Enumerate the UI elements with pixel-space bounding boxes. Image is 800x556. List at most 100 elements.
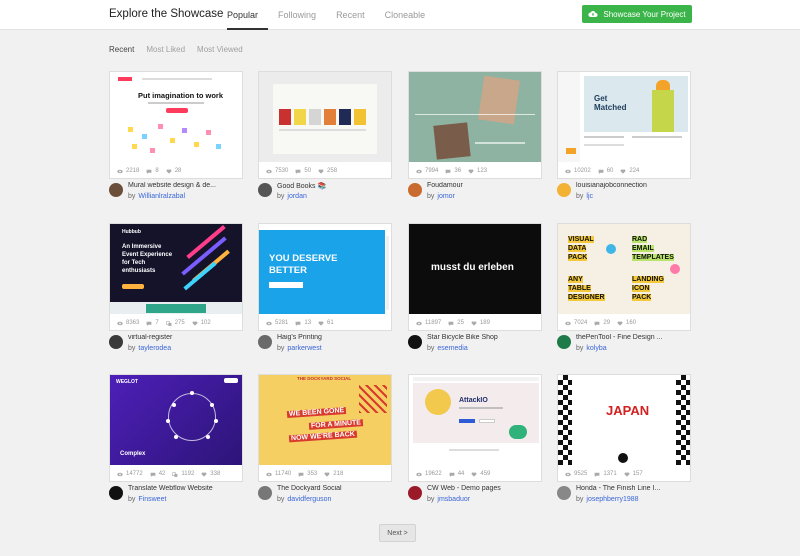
project-thumbnail[interactable]: Get Matched bbox=[558, 72, 690, 162]
avatar[interactable] bbox=[408, 486, 422, 500]
thumb-word: PACK bbox=[568, 254, 588, 261]
project-thumbnail[interactable]: THE DOCKYARD SOCIAL WE BEEN GONE FOR A M… bbox=[259, 375, 391, 465]
project-card[interactable]: 7994 36 123 bbox=[408, 71, 542, 179]
project-meta: virtual-register by taylerodea bbox=[109, 334, 249, 358]
avatar[interactable] bbox=[557, 183, 571, 197]
project-card[interactable]: THE DOCKYARD SOCIAL WE BEEN GONE FOR A M… bbox=[258, 374, 392, 482]
comment-icon bbox=[594, 321, 600, 326]
project-card[interactable]: musst du erleben 11897 25 189 bbox=[408, 223, 542, 331]
avatar[interactable] bbox=[109, 486, 123, 500]
eye-icon bbox=[266, 169, 272, 173]
project-title[interactable]: Mural website design & de... bbox=[128, 182, 248, 189]
project-thumbnail[interactable] bbox=[259, 72, 391, 162]
author-link[interactable]: taylerodea bbox=[138, 345, 171, 352]
tab-popular[interactable]: Popular bbox=[227, 0, 269, 30]
project-thumbnail[interactable]: AttackIO bbox=[409, 375, 541, 465]
eye-count: 7994 bbox=[425, 168, 439, 174]
heart-icon bbox=[471, 320, 477, 326]
project-thumbnail[interactable] bbox=[409, 72, 541, 162]
avatar[interactable] bbox=[258, 486, 272, 500]
project-title[interactable]: Good Books 📚 bbox=[277, 182, 397, 190]
avatar[interactable] bbox=[557, 486, 571, 500]
project-card[interactable]: Get Matched 10202 60 224 bbox=[557, 71, 691, 179]
filter-most-viewed[interactable]: Most Viewed bbox=[197, 45, 243, 54]
avatar[interactable] bbox=[408, 183, 422, 197]
author-link[interactable]: Willianlralzabal bbox=[138, 193, 185, 200]
project-card[interactable]: VISUAL DATA PACK ANY TABLE DESIGNER RAD … bbox=[557, 223, 691, 331]
thumb-word: ANY bbox=[568, 276, 583, 283]
project-title[interactable]: CW Web - Demo pages bbox=[427, 485, 547, 492]
project-title[interactable]: Honda - The Finish Line I... bbox=[576, 485, 696, 492]
avatar[interactable] bbox=[557, 335, 571, 349]
author-link[interactable]: Finsweet bbox=[138, 496, 166, 503]
project-title[interactable]: louisianajobconnection bbox=[576, 182, 696, 189]
avatar[interactable] bbox=[408, 335, 422, 349]
heart-count: 224 bbox=[629, 168, 640, 174]
showcase-project-button[interactable]: Showcase Your Project bbox=[582, 5, 692, 23]
project-card[interactable]: 7530 50 258 bbox=[258, 71, 392, 179]
comment-icon bbox=[146, 321, 152, 326]
avatar[interactable] bbox=[109, 335, 123, 349]
eye-count: 8363 bbox=[126, 320, 140, 326]
author-link[interactable]: davidferguson bbox=[287, 496, 331, 503]
project-meta: The Dockyard Social by davidferguson bbox=[258, 485, 398, 509]
project-title[interactable]: thePenTool - Fine Design ... bbox=[576, 334, 696, 341]
eye-icon bbox=[565, 169, 571, 173]
heart-count: 258 bbox=[327, 168, 338, 174]
heart-icon bbox=[318, 320, 324, 326]
project-thumbnail[interactable]: musst du erleben bbox=[409, 224, 541, 314]
project-title[interactable]: Foudamour bbox=[427, 182, 547, 189]
by-label: by bbox=[277, 193, 285, 200]
author-link[interactable]: parkerwest bbox=[287, 345, 321, 352]
project-card[interactable]: AttackIO 19622 44 459 bbox=[408, 374, 542, 482]
avatar[interactable] bbox=[258, 335, 272, 349]
comment-count: 1371 bbox=[603, 471, 617, 477]
project-thumbnail[interactable]: YOU DESERVE BETTER bbox=[259, 224, 391, 314]
project-card[interactable]: JAPAN 9525 1371 157 bbox=[557, 374, 691, 482]
author-link[interactable]: ljc bbox=[586, 193, 593, 200]
tab-recent[interactable]: Recent bbox=[326, 0, 375, 30]
project-thumbnail[interactable]: JAPAN bbox=[558, 375, 690, 465]
tab-cloneable[interactable]: Cloneable bbox=[375, 0, 436, 30]
filter-most-liked[interactable]: Most Liked bbox=[146, 45, 185, 54]
comment-count: 50 bbox=[304, 168, 312, 174]
eye-icon bbox=[117, 169, 123, 173]
project-thumbnail[interactable]: Hubbub An Immersive Event Experience for… bbox=[110, 224, 242, 314]
project-thumbnail[interactable]: WEGLOT Complex bbox=[110, 375, 242, 465]
comment-count: 42 bbox=[158, 471, 166, 477]
project-thumbnail[interactable]: VISUAL DATA PACK ANY TABLE DESIGNER RAD … bbox=[558, 224, 690, 314]
project-title[interactable]: Translate Webflow Website bbox=[128, 485, 248, 492]
project-title[interactable]: Haig's Printing bbox=[277, 334, 397, 341]
heart-count: 218 bbox=[333, 471, 344, 477]
next-page-button[interactable]: Next > bbox=[379, 524, 416, 542]
heart-icon bbox=[201, 471, 207, 477]
author-link[interactable]: jordan bbox=[287, 193, 306, 200]
project-title[interactable]: Star Bicycle Bike Shop bbox=[427, 334, 547, 341]
eye-count: 9525 bbox=[574, 471, 588, 477]
project-meta: Good Books 📚 by jordan bbox=[258, 182, 398, 206]
author-link[interactable]: jomor bbox=[437, 193, 455, 200]
author-link[interactable]: esemedia bbox=[437, 345, 467, 352]
project-thumbnail[interactable]: Put imagination to work bbox=[110, 72, 242, 162]
tab-following[interactable]: Following bbox=[268, 0, 326, 30]
thumb-line: Event Experience bbox=[122, 252, 173, 258]
project-title[interactable]: The Dockyard Social bbox=[277, 485, 397, 492]
thumb-heading-2: Matched bbox=[594, 103, 627, 112]
project-meta: Star Bicycle Bike Shop by esemedia bbox=[408, 334, 548, 358]
author-link[interactable]: jmsbaduor bbox=[437, 496, 470, 503]
avatar[interactable] bbox=[109, 183, 123, 197]
author-link[interactable]: josephberry1988 bbox=[586, 496, 638, 503]
author-link[interactable]: kolyba bbox=[586, 345, 606, 352]
comment-count: 36 bbox=[454, 168, 462, 174]
avatar[interactable] bbox=[258, 183, 272, 197]
filter-recent[interactable]: Recent bbox=[109, 45, 134, 54]
by-label: by bbox=[576, 193, 584, 200]
project-card[interactable]: Hubbub An Immersive Event Experience for… bbox=[109, 223, 243, 331]
heart-count: 338 bbox=[210, 471, 221, 477]
project-title[interactable]: virtual-register bbox=[128, 334, 248, 341]
project-card[interactable]: YOU DESERVE BETTER 5281 13 61 bbox=[258, 223, 392, 331]
comment-icon bbox=[448, 321, 454, 326]
eye-icon bbox=[117, 321, 123, 325]
project-card[interactable]: WEGLOT Complex 14772 42 1192 338 bbox=[109, 374, 243, 482]
project-card[interactable]: Put imagination to work 2218 8 28 bbox=[109, 71, 243, 179]
